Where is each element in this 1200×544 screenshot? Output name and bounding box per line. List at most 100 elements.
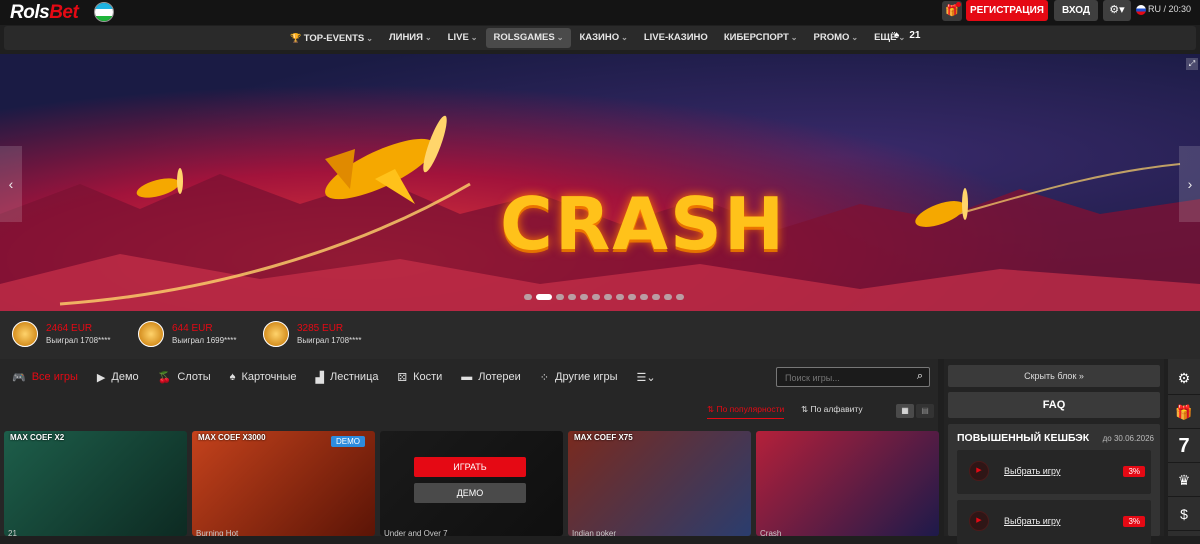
- carousel-dot[interactable]: [536, 294, 552, 300]
- category-tab[interactable]: ♠ Карточные: [230, 371, 297, 383]
- category-tab[interactable]: ⁘ Другие игры: [540, 371, 618, 384]
- nav-item-5[interactable]: LIVE-КАЗИНО: [636, 28, 716, 48]
- carousel-dot[interactable]: [640, 294, 648, 300]
- chevron-down-icon: ⌄: [470, 33, 478, 42]
- dollar-icon[interactable]: $: [1168, 497, 1200, 531]
- ticket-icon: ▬: [461, 371, 473, 383]
- game-card[interactable]: ИГРАТЬ ДЕМО Under and Over 7: [380, 431, 563, 536]
- select-game-link[interactable]: Выбрать игру: [1004, 516, 1060, 526]
- win-user: Выиграл 1708****: [46, 336, 111, 345]
- settings-button[interactable]: ⚙▾: [1103, 0, 1131, 21]
- language-time-selector[interactable]: RU / 20:30: [1136, 4, 1191, 15]
- main-nav: 🏆 TOP-EVENTS ⌄ ЛИНИЯ ⌄ LIVE ⌄ ROLSGAMES ⌄ КАЗИНО…: [4, 26, 1196, 50]
- nav-item-6[interactable]: КИБЕРСПОРТ ⌄: [716, 28, 806, 48]
- game-search[interactable]: ⌕: [776, 367, 930, 387]
- grid-view-icon[interactable]: ▦: [896, 404, 914, 418]
- game-card[interactable]: MAX COEF X2 21: [4, 431, 187, 536]
- play-icon: ▶: [969, 461, 989, 481]
- cashback-row[interactable]: ▶ Выбрать игру 3%: [957, 450, 1151, 494]
- settings-icon[interactable]: ⚙: [1168, 361, 1200, 395]
- chevron-left-icon: ‹: [8, 176, 14, 192]
- select-game-link[interactable]: Выбрать игру: [1004, 466, 1060, 476]
- list-view-icon[interactable]: ▤: [916, 404, 934, 418]
- game-name: Indian poker: [572, 529, 617, 536]
- trophy-icon[interactable]: ♛: [1168, 463, 1200, 497]
- win-amount: 3285 EUR: [297, 323, 344, 334]
- game-name: 21: [8, 529, 17, 536]
- gift-button[interactable]: 🎁: [942, 1, 962, 21]
- banner-next-button[interactable]: ›: [1179, 146, 1200, 222]
- carousel-dot[interactable]: [652, 294, 660, 300]
- games-grid: MAX COEF X2 21 MAX COEF X3000 DEMO Burning H…: [4, 431, 939, 536]
- plane-small-icon: [136, 168, 183, 198]
- chevron-down-icon: ⌄: [424, 33, 432, 42]
- category-tab[interactable]: ⚄ Кости: [398, 371, 443, 384]
- faq-button[interactable]: FAQ: [948, 392, 1160, 418]
- uzbekistan-flag-icon[interactable]: [94, 2, 114, 22]
- category-tab[interactable]: ▟ Лестница: [316, 371, 379, 384]
- game-card[interactable]: MAX COEF X3000 DEMO Burning Hot: [192, 431, 375, 536]
- chevron-down-icon: ⌄: [621, 33, 628, 42]
- nav-item-label: КИБЕРСПОРТ: [723, 32, 789, 43]
- game-card[interactable]: Crash: [756, 431, 939, 536]
- nav-item-1[interactable]: ЛИНИЯ ⌄: [381, 28, 440, 48]
- nav-item-7[interactable]: PROMO ⌄: [806, 28, 867, 48]
- carousel-dot[interactable]: [628, 294, 636, 300]
- category-label: Лотереи: [478, 371, 521, 383]
- nav-item-2[interactable]: LIVE ⌄: [440, 28, 486, 48]
- win-amount: 644 EUR: [172, 323, 213, 334]
- nav-item-3[interactable]: ROLSGAMES ⌄: [485, 28, 572, 48]
- max-coef-label: MAX COEF X3000: [198, 433, 266, 442]
- category-tab[interactable]: ▶ Демо: [97, 371, 139, 384]
- sort-alpha-label: По алфавиту: [810, 404, 863, 414]
- search-icon[interactable]: ⌕: [917, 370, 923, 383]
- category-tab[interactable]: ▬ Лотереи: [461, 371, 521, 383]
- cashback-date: до 30.06.2026: [1102, 434, 1154, 443]
- banner-prev-button[interactable]: ‹: [0, 146, 22, 222]
- gear-icon: ⚙▾: [1109, 4, 1125, 16]
- carousel-dot[interactable]: [676, 294, 684, 300]
- seven-icon[interactable]: 7: [1168, 429, 1200, 463]
- category-label: Демо: [111, 371, 139, 383]
- plane-right-icon: [915, 188, 968, 227]
- nav-item-4[interactable]: КАЗИНО ⌄: [571, 28, 635, 48]
- play-button[interactable]: ИГРАТЬ: [414, 457, 526, 477]
- game-avatar-icon: [263, 321, 289, 347]
- carousel-dot[interactable]: [592, 294, 600, 300]
- carousel-dot[interactable]: [568, 294, 576, 300]
- game-card[interactable]: MAX COEF X75 Indian poker: [568, 431, 751, 536]
- sort-alpha[interactable]: ⇅ По алфавиту: [801, 404, 863, 415]
- nav-item-label: КАЗИНО: [579, 32, 620, 43]
- carousel-dot[interactable]: [524, 294, 532, 300]
- expand-icon[interactable]: ⤢: [1186, 58, 1198, 70]
- more-menu-button[interactable]: ☰⌄: [636, 371, 655, 384]
- cashback-row[interactable]: ▶ Выбрать игру 3%: [957, 500, 1151, 544]
- carousel-dot[interactable]: [580, 294, 588, 300]
- carousel-dot[interactable]: [604, 294, 612, 300]
- register-button[interactable]: РЕГИСТРАЦИЯ: [966, 0, 1048, 21]
- carousel-dot[interactable]: [556, 294, 564, 300]
- game-name: Under and Over 7: [384, 529, 448, 536]
- max-coef-label: MAX COEF X2: [10, 433, 65, 442]
- sort-popular[interactable]: ⇅ По популярности: [707, 404, 785, 419]
- demo-button[interactable]: ДЕМО: [414, 483, 526, 503]
- chevron-down-icon: ⌄: [366, 34, 373, 43]
- gift-icon[interactable]: 🎁: [1168, 395, 1200, 429]
- spade-icon: ♠: [229, 371, 236, 383]
- category-label: Кости: [413, 371, 443, 383]
- banner-title: CRASH: [500, 182, 787, 266]
- spade-icon: ♠: [894, 30, 900, 41]
- hide-block-button[interactable]: Скрыть блок »: [948, 365, 1160, 387]
- hero-banner[interactable]: CRASH ‹ › ⤢: [0, 54, 1200, 311]
- top-bar: RolsBet 🎁 РЕГИСТРАЦИЯ ВХОД ⚙▾ RU / 20:30: [0, 0, 1200, 25]
- login-button[interactable]: ВХОД: [1054, 0, 1098, 21]
- carousel-dot[interactable]: [664, 294, 672, 300]
- category-tab[interactable]: 🎮 Все игры: [12, 371, 78, 384]
- category-tab[interactable]: 🍒 Слоты: [158, 371, 211, 384]
- nav-counter[interactable]: ♠ 21: [894, 30, 920, 41]
- play-icon: ▶: [969, 511, 989, 531]
- logo[interactable]: RolsBet: [10, 2, 79, 24]
- carousel-dot[interactable]: [616, 294, 624, 300]
- nav-item-0[interactable]: 🏆 TOP-EVENTS ⌄: [282, 28, 381, 48]
- search-input[interactable]: [777, 369, 901, 387]
